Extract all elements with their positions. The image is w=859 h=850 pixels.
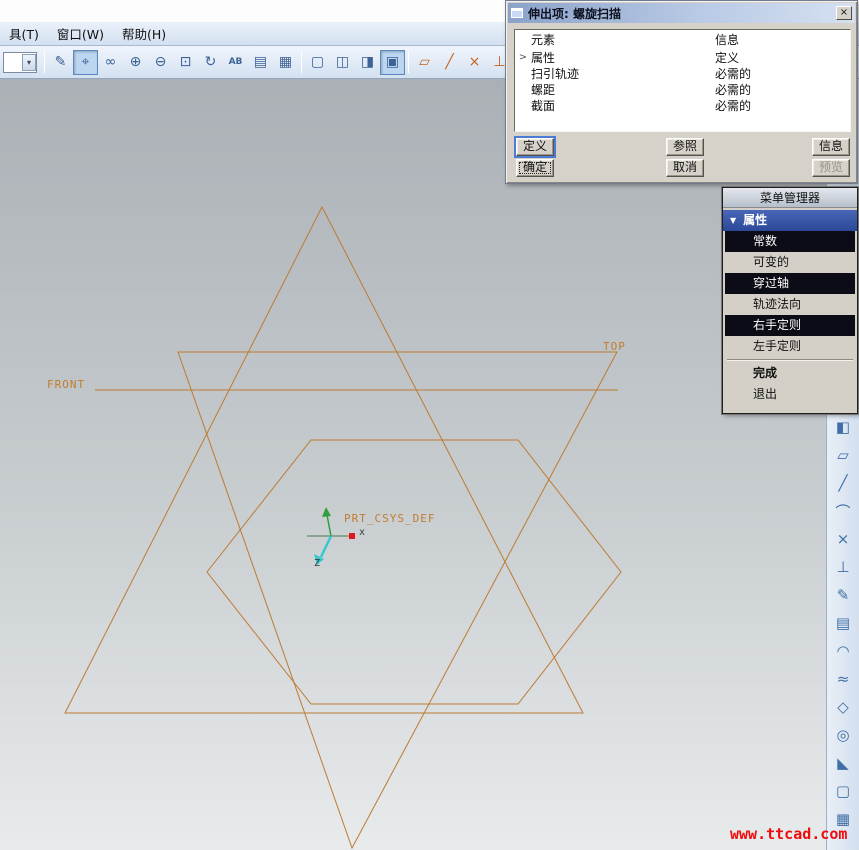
toolbar-separator — [301, 51, 302, 73]
menu-item-quit[interactable]: 退出 — [725, 384, 855, 405]
info-cell: 必需的 — [715, 82, 850, 98]
graphics-area[interactable] — [0, 79, 826, 850]
wireframe-display-icon[interactable]: ▢ — [305, 50, 330, 75]
menu-item-variable[interactable]: 可变的 — [725, 252, 855, 273]
view-orientation-icon[interactable]: ∞ — [98, 50, 123, 75]
menu-separator — [727, 359, 853, 361]
element-dialog: 伸出项: 螺旋扫描 × 元素 信息 > 属性 定义 扫引轨迹 必需的 螺距 必需… — [505, 0, 858, 184]
menu-section-label: 属性 — [743, 210, 767, 231]
model-tree-icon[interactable]: ▦ — [273, 50, 298, 75]
datum-point-toggle-icon[interactable]: × — [462, 50, 487, 75]
menu-tools[interactable]: 具(T) — [0, 21, 48, 46]
info-cell: 必需的 — [715, 98, 850, 114]
datum-axis-toggle-icon[interactable]: ╱ — [437, 50, 462, 75]
revolve-tool-icon[interactable]: ◠ — [830, 638, 857, 664]
element-cell: 属性 — [531, 50, 715, 66]
shell-tool-icon[interactable]: ▢ — [830, 778, 857, 804]
toolbar-separator — [44, 51, 45, 73]
menu-item-right-handed[interactable]: 右手定则 — [725, 315, 855, 336]
csys-tool-icon[interactable]: ⊥ — [830, 554, 857, 580]
table-row[interactable]: > 属性 定义 — [515, 50, 850, 66]
menu-item-constant[interactable]: 常数 — [725, 231, 855, 252]
menu-manager-title[interactable]: 菜单管理器 — [723, 188, 857, 208]
element-cell: 截面 — [531, 98, 715, 114]
chevron-down-icon[interactable]: ▾ — [22, 54, 36, 71]
collapse-triangle-icon: ▼ — [730, 210, 736, 231]
zoom-out-icon[interactable]: ⊖ — [148, 50, 173, 75]
top-datum-label[interactable]: TOP — [603, 340, 626, 353]
hole-tool-icon[interactable]: ◎ — [830, 722, 857, 748]
select-items-icon[interactable]: ⌖ — [73, 50, 98, 75]
feature-tool-icons: ◧▱╱⌒×⊥✎▤◠≈◇◎◣▢▦ — [827, 413, 859, 833]
csys-label[interactable]: PRT_CSYS_DEF — [344, 512, 435, 525]
column-header-info: 信息 — [715, 30, 850, 50]
element-cell: 螺距 — [531, 82, 715, 98]
toolbar-icons: ✎⌖∞⊕⊖⊡↻AB▤▦▢◫◨▣▱╱×⊥ — [48, 50, 512, 75]
info-cell: 定义 — [715, 50, 850, 66]
annotation-icon[interactable]: AB — [223, 50, 248, 75]
surface-tool-icon[interactable]: ◧ — [830, 414, 857, 440]
table-row[interactable]: 扫引轨迹 必需的 — [515, 66, 850, 82]
info-button[interactable]: 信息 — [812, 138, 850, 156]
expander-icon[interactable]: > — [515, 50, 531, 66]
curve-tool-icon[interactable]: ⌒ — [830, 498, 857, 524]
zoom-fit-icon[interactable]: ⊡ — [173, 50, 198, 75]
z-axis-label: Z — [314, 558, 320, 569]
ok-button[interactable]: 确定 — [516, 159, 554, 177]
references-button[interactable]: 参照 — [666, 138, 704, 156]
datum-plane-toggle-icon[interactable]: ▱ — [412, 50, 437, 75]
menu-section-attributes[interactable]: ▼ 属性 — [723, 210, 857, 231]
element-cell: 扫引轨迹 — [531, 66, 715, 82]
no-hidden-display-icon[interactable]: ◨ — [355, 50, 380, 75]
menu-item-through-axis[interactable]: 穿过轴 — [725, 273, 855, 294]
define-button[interactable]: 定义 — [516, 138, 554, 156]
datum-plane-tool-icon[interactable]: ▱ — [830, 442, 857, 468]
shaded-display-icon[interactable]: ▣ — [380, 50, 405, 75]
extrude-tool-icon[interactable]: ▤ — [830, 610, 857, 636]
info-cell: 必需的 — [715, 66, 850, 82]
table-row[interactable]: 截面 必需的 — [515, 98, 850, 114]
dialog-title: 伸出项: 螺旋扫描 — [528, 5, 836, 22]
toolbar-separator — [408, 51, 409, 73]
datum-point-tool-icon[interactable]: × — [830, 526, 857, 552]
close-icon[interactable]: × — [836, 6, 852, 20]
menu-manager: 菜单管理器 ▼ 属性 常数 可变的 穿过轴 轨迹法向 右手定则 左手定则 完成 … — [722, 187, 858, 414]
watermark: www.ttcad.com — [730, 825, 847, 843]
zoom-in-icon[interactable]: ⊕ — [123, 50, 148, 75]
menu-item-norm-to-traj[interactable]: 轨迹法向 — [725, 294, 855, 315]
sweep-tool-icon[interactable]: ≈ — [830, 666, 857, 692]
cancel-button[interactable]: 取消 — [666, 159, 704, 177]
hidden-line-display-icon[interactable]: ◫ — [330, 50, 355, 75]
preview-button: 预览 — [812, 159, 850, 177]
menu-window[interactable]: 窗口(W) — [48, 21, 113, 46]
column-header-element: 元素 — [531, 30, 715, 50]
datum-axis-tool-icon[interactable]: ╱ — [830, 470, 857, 496]
x-axis-label: x — [359, 527, 365, 538]
blend-tool-icon[interactable]: ◇ — [830, 694, 857, 720]
front-datum-label[interactable]: FRONT — [47, 378, 85, 391]
table-row[interactable]: 螺距 必需的 — [515, 82, 850, 98]
dialog-icon — [511, 8, 523, 18]
menu-help[interactable]: 帮助(H) — [113, 21, 175, 46]
menu-item-left-handed[interactable]: 左手定则 — [725, 336, 855, 357]
round-tool-icon[interactable]: ◣ — [830, 750, 857, 776]
view-selector-combo[interactable]: ▾ — [3, 52, 37, 73]
sketch-tool-icon[interactable]: ✎ — [830, 582, 857, 608]
dialog-titlebar[interactable]: 伸出项: 螺旋扫描 × — [508, 3, 855, 23]
layers-icon[interactable]: ▤ — [248, 50, 273, 75]
menu-item-done[interactable]: 完成 — [725, 363, 855, 384]
repaint-icon[interactable]: ↻ — [198, 50, 223, 75]
element-table: 元素 信息 > 属性 定义 扫引轨迹 必需的 螺距 必需的 截面 必需的 — [514, 29, 851, 132]
edit-icon[interactable]: ✎ — [48, 50, 73, 75]
